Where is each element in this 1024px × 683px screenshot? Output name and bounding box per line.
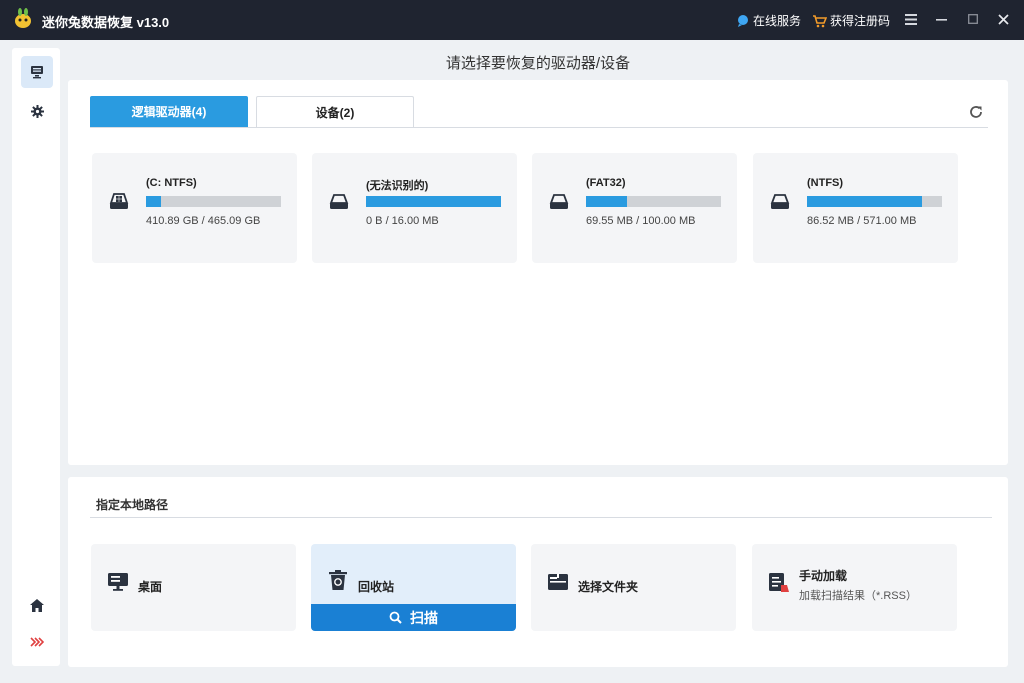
folder-icon xyxy=(548,574,568,590)
drive-size: 86.52 MB / 571.00 MB xyxy=(807,215,917,227)
maximize-icon xyxy=(968,14,978,24)
nav-home-button[interactable] xyxy=(21,589,53,621)
minimize-icon xyxy=(935,18,947,21)
scan-button[interactable]: 扫描 xyxy=(311,604,516,631)
drive-label: (NTFS) xyxy=(807,177,844,189)
app-title: 迷你兔数据恢复 v13.0 xyxy=(42,15,170,30)
load-result-icon xyxy=(769,573,789,592)
drive-size: 0 B / 16.00 MB xyxy=(366,215,439,227)
drive-icon xyxy=(770,194,790,209)
drive-card-c[interactable]: (C: NTFS) 410.89 GB / 465.09 GB xyxy=(92,153,297,263)
title-bar: 迷你兔数据恢复 v13.0 在线服务 获得注册码 xyxy=(0,0,1024,40)
path-label: 回收站 xyxy=(358,580,395,594)
nav-settings-button[interactable] xyxy=(21,95,53,127)
drive-size: 410.89 GB / 465.09 GB xyxy=(146,215,261,227)
drive-usage-bar xyxy=(807,196,942,207)
drive-usage-fill xyxy=(586,196,627,207)
minimize-button[interactable] xyxy=(932,10,950,28)
drive-usage-bar xyxy=(146,196,281,207)
drive-icon xyxy=(329,194,349,209)
drive-usage-fill xyxy=(366,196,501,207)
path-card-select-folder[interactable]: 选择文件夹 xyxy=(531,544,736,631)
menu-button[interactable] xyxy=(902,10,920,28)
path-sublabel: 加载扫描结果（*.RSS） xyxy=(799,590,917,602)
drive-card-unrecognized[interactable]: (无法识别的) 0 B / 16.00 MB xyxy=(312,153,517,263)
drive-card-fat32[interactable]: (FAT32) 69.55 MB / 100.00 MB xyxy=(532,153,737,263)
drive-card-ntfs[interactable]: (NTFS) 86.52 MB / 571.00 MB xyxy=(753,153,958,263)
path-card-recycle-bin[interactable]: 回收站 扫描 xyxy=(311,544,516,631)
hamburger-icon xyxy=(905,13,917,25)
path-label: 手动加载 xyxy=(799,569,848,583)
gear-icon xyxy=(30,104,44,118)
path-card-manual-load[interactable]: 手动加载 加载扫描结果（*.RSS） xyxy=(752,544,957,631)
tab-logical-drives[interactable]: 逻辑驱动器(4) xyxy=(90,96,248,127)
recycle-bin-icon xyxy=(329,570,347,590)
search-icon xyxy=(389,611,402,624)
local-path-title: 指定本地路径 xyxy=(96,498,169,512)
refresh-icon[interactable] xyxy=(968,104,984,120)
drive-label: (FAT32) xyxy=(586,177,626,189)
nav-expand-button[interactable] xyxy=(21,626,53,658)
maximize-button[interactable] xyxy=(964,10,982,28)
close-button[interactable] xyxy=(994,10,1012,28)
desktop-icon xyxy=(108,573,128,591)
get-code-label: 获得注册码 xyxy=(830,14,891,28)
path-label: 选择文件夹 xyxy=(578,580,639,594)
section-divider xyxy=(90,517,992,518)
chat-icon xyxy=(738,14,748,27)
online-service-label: 在线服务 xyxy=(753,14,802,28)
drive-usage-fill xyxy=(146,196,161,207)
nav-drives-button[interactable] xyxy=(21,56,53,88)
close-icon xyxy=(997,13,1009,25)
drive-label: (C: NTFS) xyxy=(146,177,197,189)
app-logo-icon xyxy=(15,8,31,28)
online-service-link[interactable]: 在线服务 xyxy=(736,12,801,29)
drive-size: 69.55 MB / 100.00 MB xyxy=(586,215,696,227)
drive-usage-fill xyxy=(807,196,922,207)
page-title: 请选择要恢复的驱动器/设备 xyxy=(445,55,631,72)
side-nav xyxy=(12,48,60,666)
drive-icon xyxy=(549,194,569,209)
home-icon xyxy=(30,598,44,612)
path-label: 桌面 xyxy=(138,580,163,594)
drive-usage-bar xyxy=(366,196,501,207)
computer-icon xyxy=(31,66,43,79)
windows-drive-icon xyxy=(109,193,129,209)
drive-usage-bar xyxy=(586,196,721,207)
drives-panel: 逻辑驱动器(4) 设备(2) (C: NTFS) 410.89 GB / 465… xyxy=(68,80,1008,465)
local-path-panel: 指定本地路径 桌面 回收站 扫描 选择文件夹 手动加载 加载扫描结果（*.RSS… xyxy=(68,477,1008,667)
scan-label: 扫描 xyxy=(410,609,438,626)
get-code-link[interactable]: 获得注册码 xyxy=(812,12,890,29)
tab-devices[interactable]: 设备(2) xyxy=(256,96,414,127)
cart-icon xyxy=(813,14,827,27)
double-chevron-right-icon xyxy=(30,637,44,647)
drive-label: (无法识别的) xyxy=(366,180,429,192)
tab-divider xyxy=(90,127,988,128)
path-card-desktop[interactable]: 桌面 xyxy=(91,544,296,631)
